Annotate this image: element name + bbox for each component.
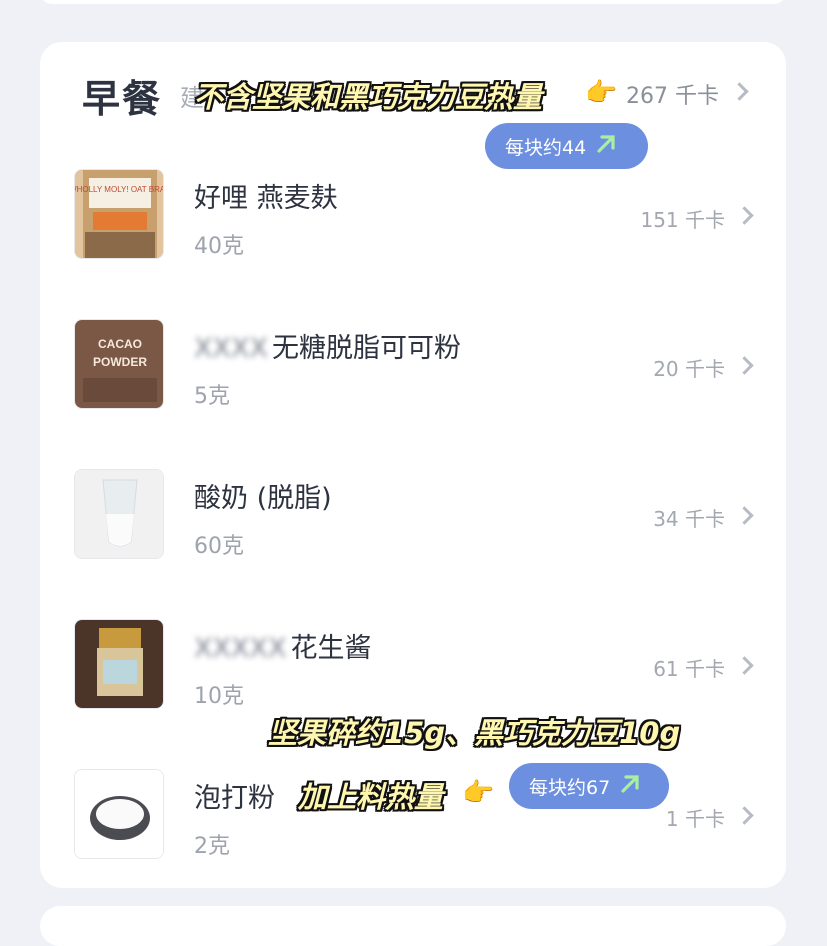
food-thumb-yogurt	[74, 469, 164, 559]
thumb-text: WHOLLY MOLY! OAT BRAN	[75, 185, 164, 194]
annotation-middle: 坚果碎约15g、黑巧克力豆10g	[268, 716, 681, 750]
arrow-up-right-icon	[594, 132, 618, 161]
pill-bottom-label: 每块约67	[529, 776, 611, 799]
per-piece-pill-bottom: 每块约67	[509, 763, 669, 809]
food-kcal[interactable]: 61 千卡	[653, 653, 725, 682]
food-name-text: 无糖脱脂可可粉	[272, 333, 461, 364]
meal-total-kcal[interactable]: 267 千卡	[626, 78, 719, 110]
blurred-brand: XXXXX	[194, 633, 287, 664]
food-amount: 60克	[194, 534, 244, 559]
food-amount: 10克	[194, 684, 244, 709]
food-name[interactable]: XXXX 无糖脱脂可可粉	[194, 326, 461, 365]
meal-title: 早餐	[82, 77, 163, 121]
food-kcal[interactable]: 34 千卡	[653, 503, 725, 532]
food-amount: 40克	[194, 234, 244, 259]
food-kcal[interactable]: 151 千卡	[640, 204, 725, 233]
next-card	[40, 906, 786, 946]
arrow-up-right-icon	[618, 772, 642, 801]
pointing-hand-icon: 👉	[585, 78, 618, 108]
food-name[interactable]: 好哩 燕麦麸	[194, 176, 338, 215]
svg-text:CACAO: CACAO	[98, 337, 142, 351]
food-thumb-oat-bran: WHOLLY MOLY! OAT BRAN	[74, 169, 164, 259]
per-piece-pill-top: 每块约44	[485, 123, 648, 169]
blurred-brand: XXXX	[194, 333, 268, 364]
food-kcal[interactable]: 20 千卡	[653, 353, 725, 382]
food-name-text: 花生酱	[290, 633, 372, 664]
food-name[interactable]: 泡打粉	[194, 776, 275, 815]
pointing-hand-icon: 👉	[462, 778, 495, 808]
food-kcal[interactable]: 1 千卡	[666, 803, 725, 832]
previous-card	[40, 0, 786, 4]
food-name[interactable]: 酸奶 (脱脂)	[194, 476, 332, 515]
food-thumb-baking-powder	[74, 769, 164, 859]
food-name[interactable]: XXXXX 花生酱	[194, 626, 371, 665]
pill-top-label: 每块约44	[505, 136, 587, 159]
svg-text:POWDER: POWDER	[93, 355, 147, 369]
annotation-top: 不含坚果和黑巧克力豆热量	[194, 80, 543, 114]
food-amount: 5克	[194, 384, 230, 409]
annotation-bottom: 加上料热量	[298, 780, 444, 814]
food-thumb-peanut-butter	[74, 619, 164, 709]
food-thumb-cacao: CACAO POWDER	[74, 319, 164, 409]
food-amount: 2克	[194, 834, 230, 859]
